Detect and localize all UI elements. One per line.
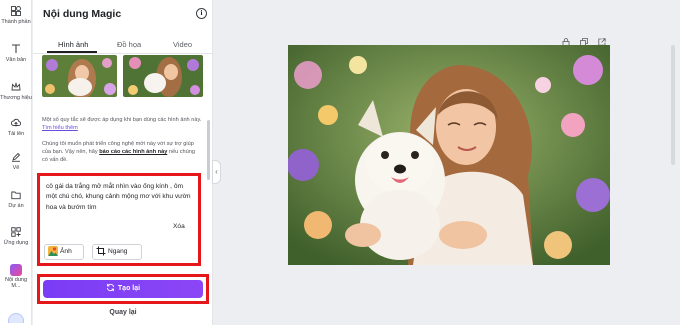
panel-scrollbar[interactable] — [207, 120, 210, 180]
report-images-link[interactable]: báo cáo các hình ảnh này — [99, 149, 167, 155]
folder-icon — [0, 190, 32, 201]
rail-label: Thương hiệu — [0, 95, 32, 101]
regenerate-highlight: Tạo lại — [37, 274, 209, 304]
magic-media-panel: Nội dung Magic i Hình ảnh Đồ họa Video M… — [33, 0, 213, 325]
rail-label: Nội dung M... — [4, 277, 28, 289]
shapes-icon — [0, 6, 32, 17]
rail-label: Dự án — [8, 203, 24, 209]
upload-icon — [0, 118, 32, 129]
aspect-ratio-chip[interactable]: Ngang — [92, 244, 142, 260]
help-launcher[interactable] — [8, 313, 24, 323]
artboard-image[interactable] — [288, 45, 610, 265]
info-icon[interactable]: i — [196, 8, 207, 19]
tab-graphics[interactable]: Đồ họa — [117, 40, 141, 49]
rail-item-text[interactable]: Văn bản — [0, 44, 32, 63]
rail-item-elements[interactable]: Thành phần — [0, 6, 32, 25]
feedback-note: Chúng tôi muốn phát triển công nghệ mới … — [42, 141, 196, 163]
clear-button[interactable]: Xóa — [173, 223, 185, 230]
media-tabs: Hình ảnh Đồ họa Video — [33, 38, 213, 54]
canvas-scrollbar[interactable] — [671, 45, 675, 165]
prompt-input[interactable]: cô gái da trắng mở mắt nhìn vào ống kính… — [46, 182, 194, 213]
text-icon — [0, 44, 32, 55]
artboard-toolbar — [562, 33, 612, 46]
learn-more-link[interactable]: Tìm hiểu thêm — [42, 125, 78, 131]
rail-item-uploads[interactable]: Tải lên — [0, 118, 32, 137]
tab-video[interactable]: Video — [173, 40, 192, 49]
regenerate-button[interactable]: Tạo lại — [43, 280, 203, 298]
generated-image-thumbnail[interactable] — [42, 55, 117, 97]
active-tab-indicator — [47, 51, 97, 53]
crop-icon — [96, 246, 106, 256]
rail-label: Thành phần — [1, 19, 31, 25]
lock-icon[interactable] — [562, 33, 570, 46]
pen-icon — [0, 152, 32, 163]
rail-item-draw[interactable]: Vẽ — [0, 152, 32, 171]
rail-label: Ứng dụng — [3, 240, 29, 246]
share-icon[interactable] — [598, 33, 606, 46]
crown-icon — [0, 81, 32, 93]
collapse-panel-button[interactable]: ‹ — [212, 160, 221, 184]
policy-note: Một số quy tắc sẽ được áp dụng khi bạn d… — [42, 117, 202, 131]
rail-label: Tải lên — [7, 131, 25, 137]
prompt-input-box[interactable]: cô gái da trắng mở mắt nhìn vào ống kính… — [37, 173, 201, 266]
apps-icon — [0, 227, 32, 238]
rail-item-magic-media[interactable]: Nội dung M... — [0, 264, 32, 289]
panel-title: Nội dung Magic — [43, 8, 122, 20]
tab-images[interactable]: Hình ảnh — [58, 40, 88, 49]
back-button[interactable]: Quay lại — [33, 309, 213, 316]
image-style-icon — [48, 246, 58, 257]
duplicate-icon[interactable] — [580, 33, 588, 46]
generated-image-thumbnail[interactable] — [123, 55, 203, 97]
rail-label: Vẽ — [12, 165, 20, 171]
magic-icon — [0, 264, 32, 276]
image-style-chip[interactable]: Ảnh — [44, 244, 84, 260]
rail-item-brand[interactable]: Thương hiệu — [0, 81, 32, 101]
left-rail: Thành phần Văn bản Thương hiệu Tải lên V… — [0, 0, 32, 325]
rail-item-projects[interactable]: Dự án — [0, 190, 32, 209]
rail-item-apps[interactable]: Ứng dụng — [0, 227, 32, 246]
generated-photo — [288, 45, 610, 265]
refresh-icon — [106, 283, 115, 292]
rail-label: Văn bản — [5, 57, 27, 63]
